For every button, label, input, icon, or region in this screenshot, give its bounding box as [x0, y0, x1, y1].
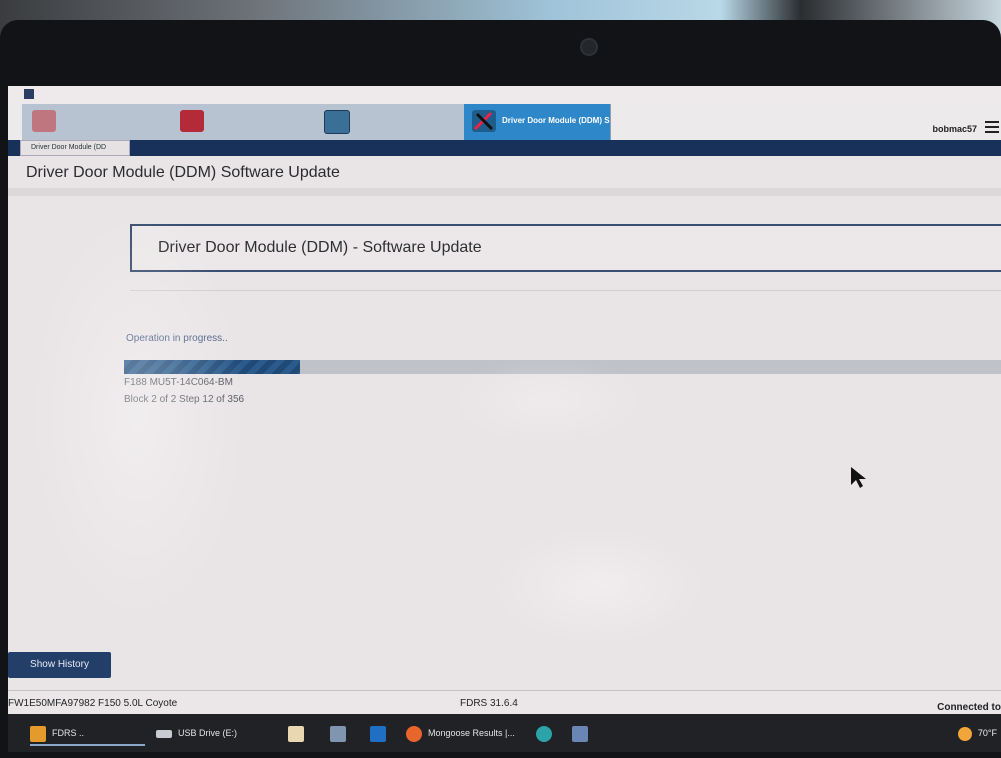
fdrs-app-icon — [30, 725, 46, 742]
operation-status: Operation in progress.. — [126, 333, 228, 344]
webcam — [580, 38, 598, 56]
tab-label: Driver Door Module (DDM) S — [502, 116, 610, 125]
taskbar-item-store[interactable] — [288, 724, 310, 742]
tab-toolbox[interactable] — [168, 104, 317, 140]
tab-bar: Driver Door Module (DDM) S bobmac57 — [8, 104, 1001, 140]
edge-icon — [536, 725, 552, 742]
progress-bar — [124, 360, 1001, 374]
active-indicator — [30, 744, 145, 746]
mouse-cursor-icon — [850, 466, 868, 495]
divider — [130, 290, 1001, 291]
screen-glare — [488, 526, 708, 646]
hamburger-menu-icon[interactable] — [985, 121, 999, 133]
taskbar-item-outlook[interactable] — [370, 724, 392, 742]
status-bar: FW1E50MFA97982 F150 5.0L Coyote FDRS 31.… — [8, 690, 1001, 715]
taskbar-item-edge[interactable] — [536, 724, 558, 742]
windows-taskbar: FDRS .. USB Drive (E:) Mongoose Results … — [8, 714, 1001, 752]
module-bar: Driver Door Module (DD — [8, 140, 1001, 156]
outlook-icon — [370, 725, 386, 742]
store-icon — [288, 725, 304, 742]
grid-icon — [324, 110, 350, 134]
username[interactable]: bobmac57 — [932, 124, 977, 134]
app-logo-icon — [24, 89, 34, 99]
tab-modules[interactable] — [316, 104, 465, 140]
panel-title: Driver Door Module (DDM) - Software Upda… — [158, 239, 482, 256]
divider — [8, 188, 1001, 196]
tab-vehicle[interactable] — [22, 104, 169, 140]
firefox-icon — [406, 725, 422, 742]
step-counter: Block 2 of 2 Step 12 of 356 — [124, 394, 245, 405]
usb-drive-icon — [156, 729, 172, 738]
tools-icon — [472, 110, 496, 132]
taskbar-item-usb[interactable]: USB Drive (E:) — [156, 724, 237, 742]
weather-widget[interactable]: 70°F — [957, 724, 997, 742]
taskbar-item-tool[interactable] — [572, 724, 594, 742]
taskbar-item-firefox[interactable]: Mongoose Results |... — [406, 724, 515, 742]
part-number: F188 MU5T-14C064-BM — [124, 377, 233, 388]
screen: Driver Door Module (DDM) S bobmac57 Driv… — [8, 86, 1001, 752]
taskbar-item-fdrs[interactable]: FDRS .. — [30, 724, 145, 746]
tab-active-ddm[interactable]: Driver Door Module (DDM) S — [464, 104, 611, 140]
app-version: FDRS 31.6.4 — [460, 698, 518, 709]
weather-icon — [957, 726, 972, 741]
network-tool-icon — [572, 725, 588, 742]
page-title: Driver Door Module (DDM) Software Update — [26, 164, 340, 181]
taskbar-item-app[interactable] — [330, 724, 352, 742]
progress-fill — [124, 360, 300, 374]
toolbox-icon — [180, 110, 204, 132]
window-titlebar — [8, 86, 1001, 104]
show-history-button[interactable]: Show History — [8, 652, 111, 678]
module-subtab[interactable]: Driver Door Module (DD — [20, 140, 130, 156]
connection-status: Connected to — [937, 702, 1001, 713]
vehicle-info: FW1E50MFA97982 F150 5.0L Coyote — [8, 698, 178, 709]
update-panel: Driver Door Module (DDM) - Software Upda… — [130, 224, 1001, 272]
vehicle-icon — [32, 110, 56, 132]
app-icon — [330, 725, 346, 742]
